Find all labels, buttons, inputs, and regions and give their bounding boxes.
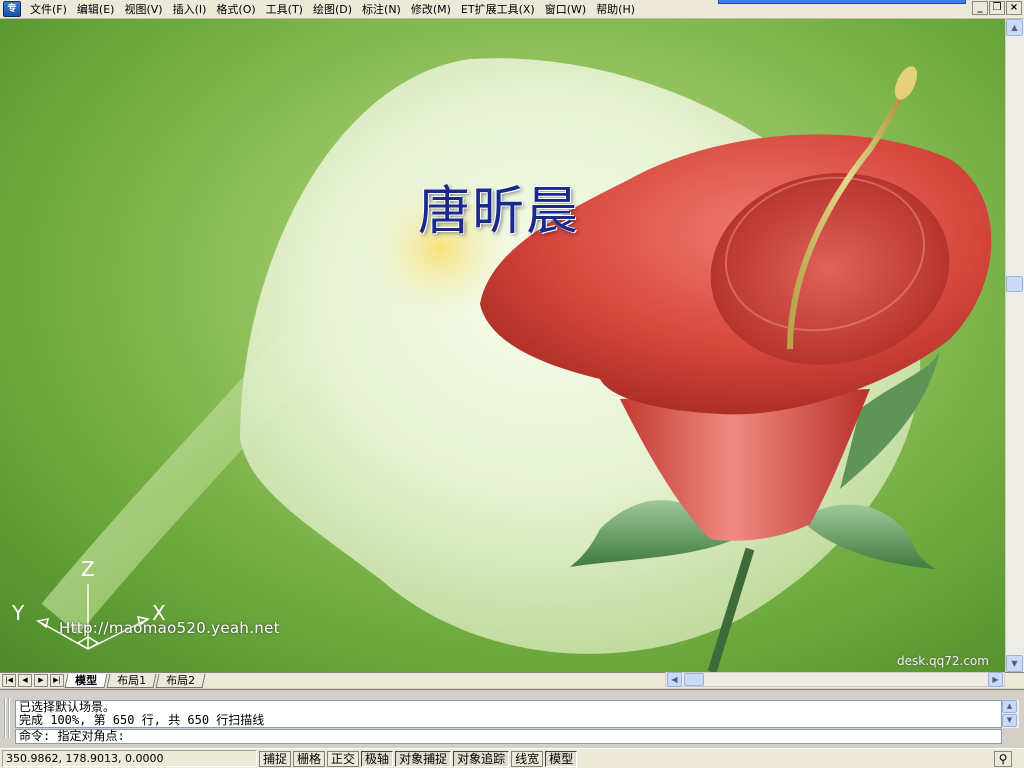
menu-draw[interactable]: 绘图(D) xyxy=(308,1,357,18)
app-logo-icon[interactable]: 专 xyxy=(3,1,21,17)
cad-application-window: 专 文件(F) 编辑(E) 视图(V) 插入(I) 格式(O) 工具(T) 绘图… xyxy=(0,0,1024,768)
menu-help[interactable]: 帮助(H) xyxy=(591,1,640,18)
history-scroll-up-icon[interactable]: ▲ xyxy=(1002,700,1017,713)
drawing-canvas[interactable]: 唐昕晨 Z Y X Http://maomao520.yeah.net desk… xyxy=(0,19,1005,672)
menu-dimension[interactable]: 标注(N) xyxy=(357,1,406,18)
command-window-grip[interactable] xyxy=(4,698,10,738)
rendered-flower-image xyxy=(36,58,992,672)
horizontal-scrollbar[interactable]: ◀ ▶ xyxy=(665,672,1005,687)
horizontal-scroll-thumb[interactable] xyxy=(684,673,704,686)
menu-et-extension-tools[interactable]: ET扩展工具(X) xyxy=(456,1,540,18)
tab-model-label: 模型 xyxy=(75,673,98,687)
command-history-line: 完成 100%, 第 650 行, 共 650 行扫描线 xyxy=(19,713,265,727)
next-tab-icon[interactable]: ▶ xyxy=(34,674,48,687)
menu-modify[interactable]: 修改(M) xyxy=(406,1,456,18)
document-window-controls: _ ❐ × xyxy=(972,1,1022,15)
scroll-down-icon[interactable]: ▼ xyxy=(1006,655,1023,672)
close-button[interactable]: × xyxy=(1006,1,1022,15)
coordinate-readout[interactable]: 350.9862, 178.9013, 0.0000 xyxy=(2,750,257,767)
tab-model[interactable]: 模型 xyxy=(64,673,108,688)
menu-tools[interactable]: 工具(T) xyxy=(261,1,308,18)
tab-layout1-label: 布局1 xyxy=(117,673,147,687)
scroll-left-icon[interactable]: ◀ xyxy=(667,672,682,687)
first-tab-icon[interactable]: |◀ xyxy=(2,674,16,687)
history-scroll-down-icon[interactable]: ▼ xyxy=(1002,714,1017,727)
scroll-right-icon[interactable]: ▶ xyxy=(988,672,1003,687)
restore-button[interactable]: ❐ xyxy=(989,1,1005,15)
title-bar-edge xyxy=(718,0,966,4)
menu-view[interactable]: 视图(V) xyxy=(119,1,167,18)
status-bar: 350.9862, 178.9013, 0.0000 捕捉 栅格 正交 极轴 对… xyxy=(0,748,1024,768)
menu-file[interactable]: 文件(F) xyxy=(25,1,72,18)
last-tab-icon[interactable]: ▶| xyxy=(50,674,64,687)
ucs-z-label: Z xyxy=(81,557,95,581)
menu-edit[interactable]: 编辑(E) xyxy=(72,1,120,18)
command-window: 已选择默认场景。 完成 100%, 第 650 行, 共 650 行扫描线 ▲ … xyxy=(0,689,1024,747)
watermark-url: Http://maomao520.yeah.net xyxy=(59,619,280,637)
ortho-toggle[interactable]: 正交 xyxy=(327,750,360,767)
ucs-y-label: Y xyxy=(12,601,25,625)
command-history: 已选择默认场景。 完成 100%, 第 650 行, 共 650 行扫描线 xyxy=(15,700,1002,728)
tab-layout2-label: 布局2 xyxy=(166,673,196,687)
otrack-toggle[interactable]: 对象追踪 xyxy=(453,750,510,767)
network-tray-icon[interactable]: ⚲ xyxy=(994,751,1012,767)
lineweight-toggle[interactable]: 线宽 xyxy=(511,750,544,767)
polar-toggle[interactable]: 极轴 xyxy=(361,750,394,767)
snap-toggle[interactable]: 捕捉 xyxy=(259,750,292,767)
pistil-tip xyxy=(894,66,918,100)
osnap-toggle[interactable]: 对象捕捉 xyxy=(395,750,452,767)
tab-layout1[interactable]: 布局1 xyxy=(106,673,157,688)
command-history-scrollbar[interactable]: ▲ ▼ xyxy=(1002,700,1019,728)
credit-text: desk.qq72.com xyxy=(897,654,989,668)
model-toggle[interactable]: 模型 xyxy=(545,750,578,767)
prev-tab-icon[interactable]: ◀ xyxy=(18,674,32,687)
vertical-scrollbar[interactable]: ▲ ▼ xyxy=(1005,19,1024,672)
tab-layout2[interactable]: 布局2 xyxy=(155,673,206,688)
minimize-button[interactable]: _ xyxy=(972,1,988,15)
scroll-up-icon[interactable]: ▲ xyxy=(1006,19,1023,36)
caption-title: 唐昕晨 xyxy=(418,182,581,242)
vertical-scroll-thumb[interactable] xyxy=(1006,276,1023,292)
menu-window[interactable]: 窗口(W) xyxy=(540,1,591,18)
menu-bar: 专 文件(F) 编辑(E) 视图(V) 插入(I) 格式(O) 工具(T) 绘图… xyxy=(0,0,1024,19)
command-input[interactable]: 命令: 指定对角点: xyxy=(15,729,1002,744)
menu-format[interactable]: 格式(O) xyxy=(211,1,260,18)
grid-toggle[interactable]: 栅格 xyxy=(293,750,326,767)
menu-insert[interactable]: 插入(I) xyxy=(168,1,212,18)
